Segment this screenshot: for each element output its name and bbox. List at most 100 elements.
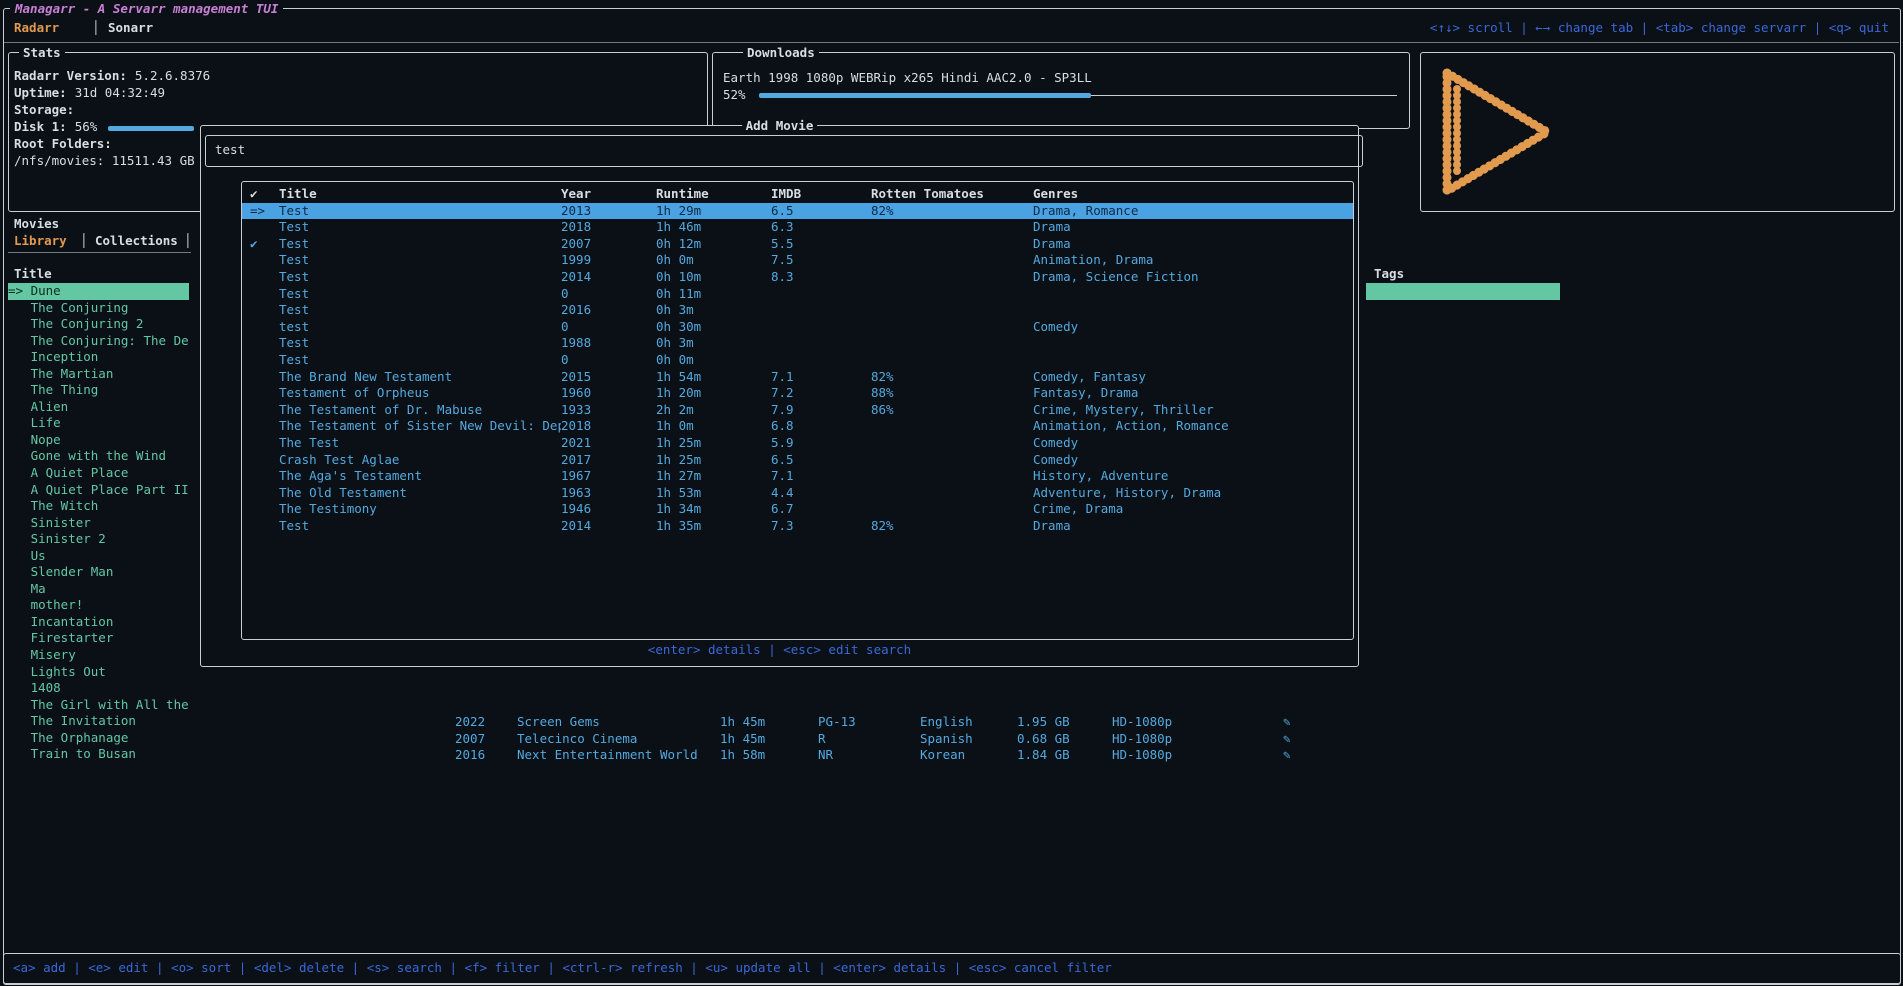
cell-check — [242, 468, 279, 485]
cell-imdb: 7.9 — [771, 402, 871, 419]
add-movie-results-table: ✔ Title Year Runtime IMDB Rotten Tomatoe… — [241, 181, 1354, 640]
cell-rotten-tomatoes — [871, 501, 1033, 518]
cell-language: Korean — [920, 746, 965, 763]
cell-year: 0 — [561, 352, 656, 369]
cell-title: Test — [279, 335, 561, 352]
cell-year: 2014 — [561, 269, 656, 286]
cell-size: 0.68 GB — [1017, 730, 1070, 747]
cell-runtime: 0h 3m — [656, 335, 771, 352]
cell-size: 1.95 GB — [1017, 713, 1070, 730]
monitored-icon: ✎ — [1283, 746, 1291, 763]
cell-title: The Testament of Sister New Devil: Depar — [279, 418, 561, 435]
cell-rotten-tomatoes — [871, 252, 1033, 269]
add-movie-modal-title: Add Movie — [742, 118, 818, 133]
cell-imdb: 7.2 — [771, 385, 871, 402]
cell-check — [242, 335, 279, 352]
movies-table-row[interactable]: 2016Next Entertainment World1h 58mNRKore… — [0, 746, 1903, 763]
app-window: Managarr - A Servarr management TUI Rada… — [0, 0, 1903, 986]
cell-imdb: 6.5 — [771, 452, 871, 469]
cell-title: Test — [279, 518, 561, 535]
cell-year: 2007 — [455, 730, 485, 747]
cell-rotten-tomatoes — [871, 452, 1033, 469]
cell-year: 1963 — [561, 485, 656, 502]
cell-genres — [1033, 302, 1353, 319]
add-movie-modal: Add Movie test ✔ Title Year Runtime IMDB… — [200, 125, 1359, 667]
add-movie-result-row[interactable]: Test20140h 10m8.3Drama, Science Fiction — [242, 269, 1353, 286]
cell-year: 2017 — [561, 452, 656, 469]
cell-check — [242, 269, 279, 286]
cell-runtime: 1h 0m — [656, 418, 771, 435]
add-movie-result-row[interactable]: Test20181h 46m6.3Drama — [242, 219, 1353, 236]
add-movie-search-input[interactable]: test — [205, 135, 1363, 167]
cell-title: test — [279, 319, 561, 336]
cell-imdb — [771, 352, 871, 369]
add-movie-result-row[interactable]: The Aga's Testament19671h 27m7.1History,… — [242, 468, 1353, 485]
add-movie-result-row[interactable]: Test20160h 3m — [242, 302, 1353, 319]
cell-rotten-tomatoes — [871, 236, 1033, 253]
add-movie-result-row[interactable]: The Old Testament19631h 53m4.4Adventure,… — [242, 485, 1353, 502]
cell-genres: Comedy — [1033, 452, 1353, 469]
cell-imdb: 6.8 — [771, 418, 871, 435]
cell-imdb: 5.5 — [771, 236, 871, 253]
cell-genres: Drama, Science Fiction — [1033, 269, 1353, 286]
add-movie-result-row[interactable]: ✔Test20070h 12m5.5Drama — [242, 236, 1353, 253]
cell-genres: Drama — [1033, 518, 1353, 535]
cell-genres — [1033, 335, 1353, 352]
cell-title: The Aga's Testament — [279, 468, 561, 485]
cell-title: Test — [279, 302, 561, 319]
cell-year: 2007 — [561, 236, 656, 253]
cell-rotten-tomatoes — [871, 352, 1033, 369]
cell-check — [242, 418, 279, 435]
cell-size: 1.84 GB — [1017, 746, 1070, 763]
cell-check — [242, 452, 279, 469]
add-movie-result-row[interactable]: Testament of Orpheus19601h 20m7.288%Fant… — [242, 385, 1353, 402]
column-header-runtime: Runtime — [656, 186, 771, 203]
cell-genres: Animation, Action, Romance — [1033, 418, 1353, 435]
cell-imdb — [771, 335, 871, 352]
cell-genres: Comedy, Fantasy — [1033, 369, 1353, 386]
add-movie-result-row[interactable]: Crash Test Aglae20171h 25m6.5Comedy — [242, 452, 1353, 469]
add-movie-result-row[interactable]: Test19990h 0m7.5Animation, Drama — [242, 252, 1353, 269]
cell-check: ✔ — [242, 236, 279, 253]
add-movie-result-row[interactable]: Test00h 0m — [242, 352, 1353, 369]
cell-title: Test — [279, 286, 561, 303]
cell-title: Test — [279, 203, 561, 220]
cell-imdb: 4.4 — [771, 485, 871, 502]
add-movie-result-row[interactable]: =>Test20131h 29m6.582%Drama, Romance — [242, 203, 1353, 220]
cell-runtime: 1h 58m — [720, 746, 765, 763]
cell-genres: Adventure, History, Drama — [1033, 485, 1353, 502]
add-movie-result-row[interactable]: The Testimony19461h 34m6.7Crime, Drama — [242, 501, 1353, 518]
add-movie-result-row[interactable]: The Brand New Testament20151h 54m7.182%C… — [242, 369, 1353, 386]
add-movie-results-body: =>Test20131h 29m6.582%Drama, RomanceTest… — [242, 203, 1353, 535]
cell-title: Testament of Orpheus — [279, 385, 561, 402]
cell-imdb: 7.3 — [771, 518, 871, 535]
cell-rotten-tomatoes: 86% — [871, 402, 1033, 419]
cell-check — [242, 369, 279, 386]
add-movie-result-row[interactable]: The Testament of Sister New Devil: Depar… — [242, 418, 1353, 435]
add-movie-result-row[interactable]: The Testament of Dr. Mabuse19332h 2m7.98… — [242, 402, 1353, 419]
add-movie-result-row[interactable]: The Test20211h 25m5.9Comedy — [242, 435, 1353, 452]
cell-rotten-tomatoes — [871, 435, 1033, 452]
movies-table-row[interactable]: 2022Screen Gems1h 45mPG-13English1.95 GB… — [0, 713, 1903, 730]
cell-year: 2016 — [455, 746, 485, 763]
add-movie-result-row[interactable]: Test19880h 3m — [242, 335, 1353, 352]
cell-studio: Screen Gems — [517, 713, 600, 730]
cell-title: The Testament of Dr. Mabuse — [279, 402, 561, 419]
cell-year: 1933 — [561, 402, 656, 419]
add-movie-result-row[interactable]: Test20141h 35m7.382%Drama — [242, 518, 1353, 535]
cell-runtime: 0h 0m — [656, 352, 771, 369]
cell-check — [242, 485, 279, 502]
cell-imdb: 7.1 — [771, 369, 871, 386]
add-movie-result-row[interactable]: Test00h 11m — [242, 286, 1353, 303]
movies-table-row[interactable]: 2007Telecinco Cinema1h 45mRSpanish0.68 G… — [0, 730, 1903, 747]
cell-runtime: 1h 35m — [656, 518, 771, 535]
column-header-year: Year — [561, 186, 656, 203]
cell-imdb: 5.9 — [771, 435, 871, 452]
cell-check — [242, 352, 279, 369]
cell-year: 1946 — [561, 501, 656, 518]
cell-genres: Drama — [1033, 236, 1353, 253]
cell-runtime: 1h 46m — [656, 219, 771, 236]
cell-runtime: 0h 30m — [656, 319, 771, 336]
cell-title: Test — [279, 352, 561, 369]
add-movie-result-row[interactable]: test00h 30mComedy — [242, 319, 1353, 336]
